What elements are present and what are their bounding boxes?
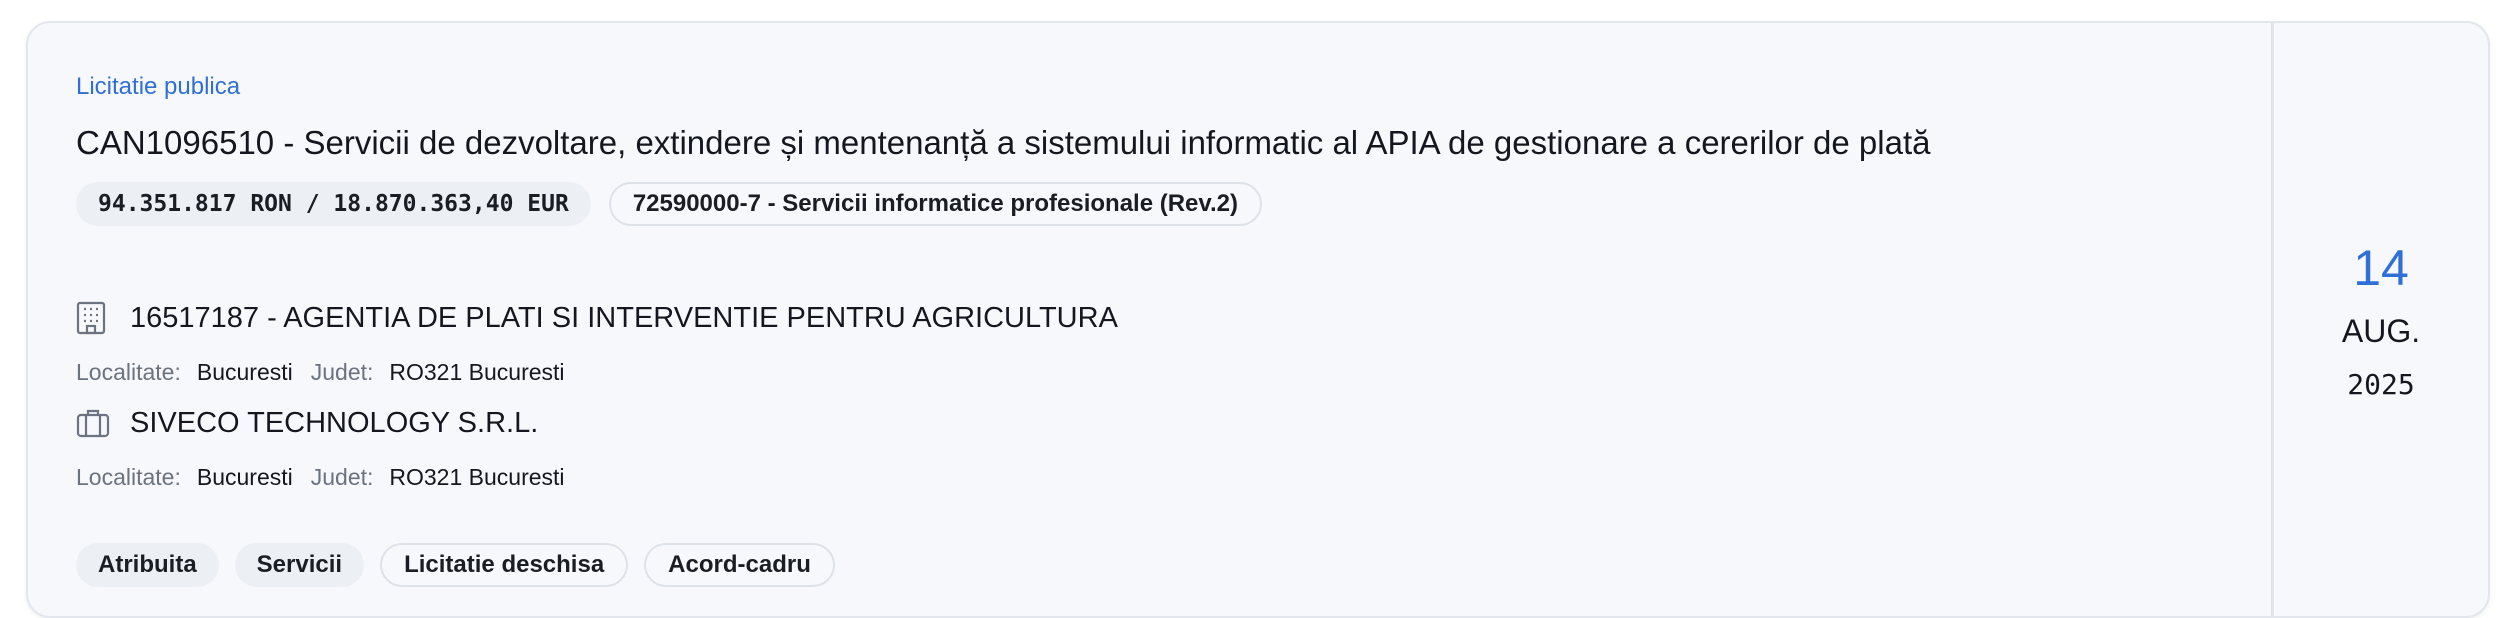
locality-label: Localitate: [76,464,181,490]
publication-date: 14 AUG. 2025 [2271,23,2488,616]
building-icon [76,301,110,335]
county-value: RO321 Bucuresti [389,464,565,490]
county-label: Judet: [310,464,374,490]
locality-value: Bucuresti [196,464,293,490]
cpv-code-badge[interactable]: 72590000-7 - Servicii informatice profes… [608,182,1262,226]
contract-value-badge: 94.351.817 RON / 18.870.363,40 EUR [76,182,591,226]
supplier-name[interactable]: SIVECO TECHNOLOGY S.R.L. [130,407,538,440]
notice-chips: 94.351.817 RON / 18.870.363,40 EUR 72590… [76,182,1262,226]
notice-card[interactable]: Licitatie publica CAN1096510 - Servicii … [26,21,2490,618]
county-value: RO321 Bucuresti [389,359,565,385]
supplier-row: SIVECO TECHNOLOGY S.R.L. [76,406,538,440]
date-month: AUG. [2341,313,2421,349]
locality-label: Localitate: [76,359,181,385]
procedure-type-link[interactable]: Licitatie publica [76,73,240,101]
authority-row: 16517187 - AGENTIA DE PLATI SI INTERVENT… [76,301,1118,335]
notice-title[interactable]: CAN1096510 - Servicii de dezvoltare, ext… [76,124,1931,162]
authority-location: Localitate: Bucuresti Judet: RO321 Bucur… [76,359,583,386]
authority-name[interactable]: 16517187 - AGENTIA DE PLATI SI INTERVENT… [130,302,1118,335]
county-label: Judet: [310,359,374,385]
briefcase-icon [76,406,110,440]
tag-status[interactable]: Atribuita [76,543,219,587]
date-year: 2025 [2347,368,2415,401]
tag-contract-type[interactable]: Servicii [234,543,365,587]
tag-framework[interactable]: Acord-cadru [644,543,835,587]
status-tags: Atribuita Servicii Licitatie deschisa Ac… [76,543,835,587]
supplier-location: Localitate: Bucuresti Judet: RO321 Bucur… [76,464,583,491]
tag-procedure[interactable]: Licitatie deschisa [380,543,629,587]
date-day: 14 [2353,240,2409,296]
locality-value: Bucuresti [196,359,293,385]
